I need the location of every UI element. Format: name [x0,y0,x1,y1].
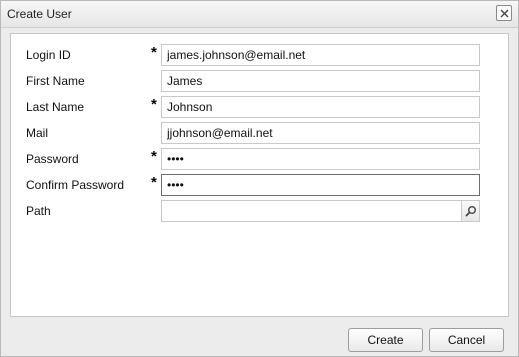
confirm-password-label: Confirm Password [26,178,125,192]
mail-field[interactable] [161,122,480,144]
password-row: Password * [11,148,508,170]
login-id-label: Login ID [26,48,71,62]
path-browse-button[interactable] [461,200,480,222]
last-name-field[interactable] [161,96,480,118]
create-user-dialog: Create User Login ID * First Name Last N… [0,0,519,357]
first-name-label: First Name [26,74,85,88]
login-id-required-marker: * [151,44,157,61]
close-button[interactable] [496,5,512,21]
mail-row: Mail [11,122,508,144]
last-name-required-marker: * [151,96,157,113]
login-id-field[interactable] [161,44,480,66]
cancel-button[interactable]: Cancel [429,328,504,352]
mail-label: Mail [26,126,49,140]
path-row: Path [11,200,508,222]
dialog-titlebar[interactable]: Create User [1,1,518,28]
first-name-row: First Name [11,70,508,92]
confirm-password-field[interactable] [161,174,480,196]
login-id-row: Login ID * [11,44,508,66]
path-label: Path [26,204,51,218]
dialog-title: Create User [7,7,72,21]
search-icon [465,206,476,217]
last-name-label: Last Name [26,100,85,114]
last-name-row: Last Name * [11,96,508,118]
first-name-field[interactable] [161,70,480,92]
path-field[interactable] [161,200,461,222]
form-panel: Login ID * First Name Last Name * Mail P… [10,33,509,317]
password-field[interactable] [161,148,480,170]
create-button[interactable]: Create [348,328,423,352]
password-required-marker: * [151,148,157,165]
path-combo [161,200,480,222]
confirm-password-required-marker: * [151,174,157,191]
confirm-password-row: Confirm Password * [11,174,508,196]
close-icon [500,9,508,17]
password-label: Password [26,152,79,166]
